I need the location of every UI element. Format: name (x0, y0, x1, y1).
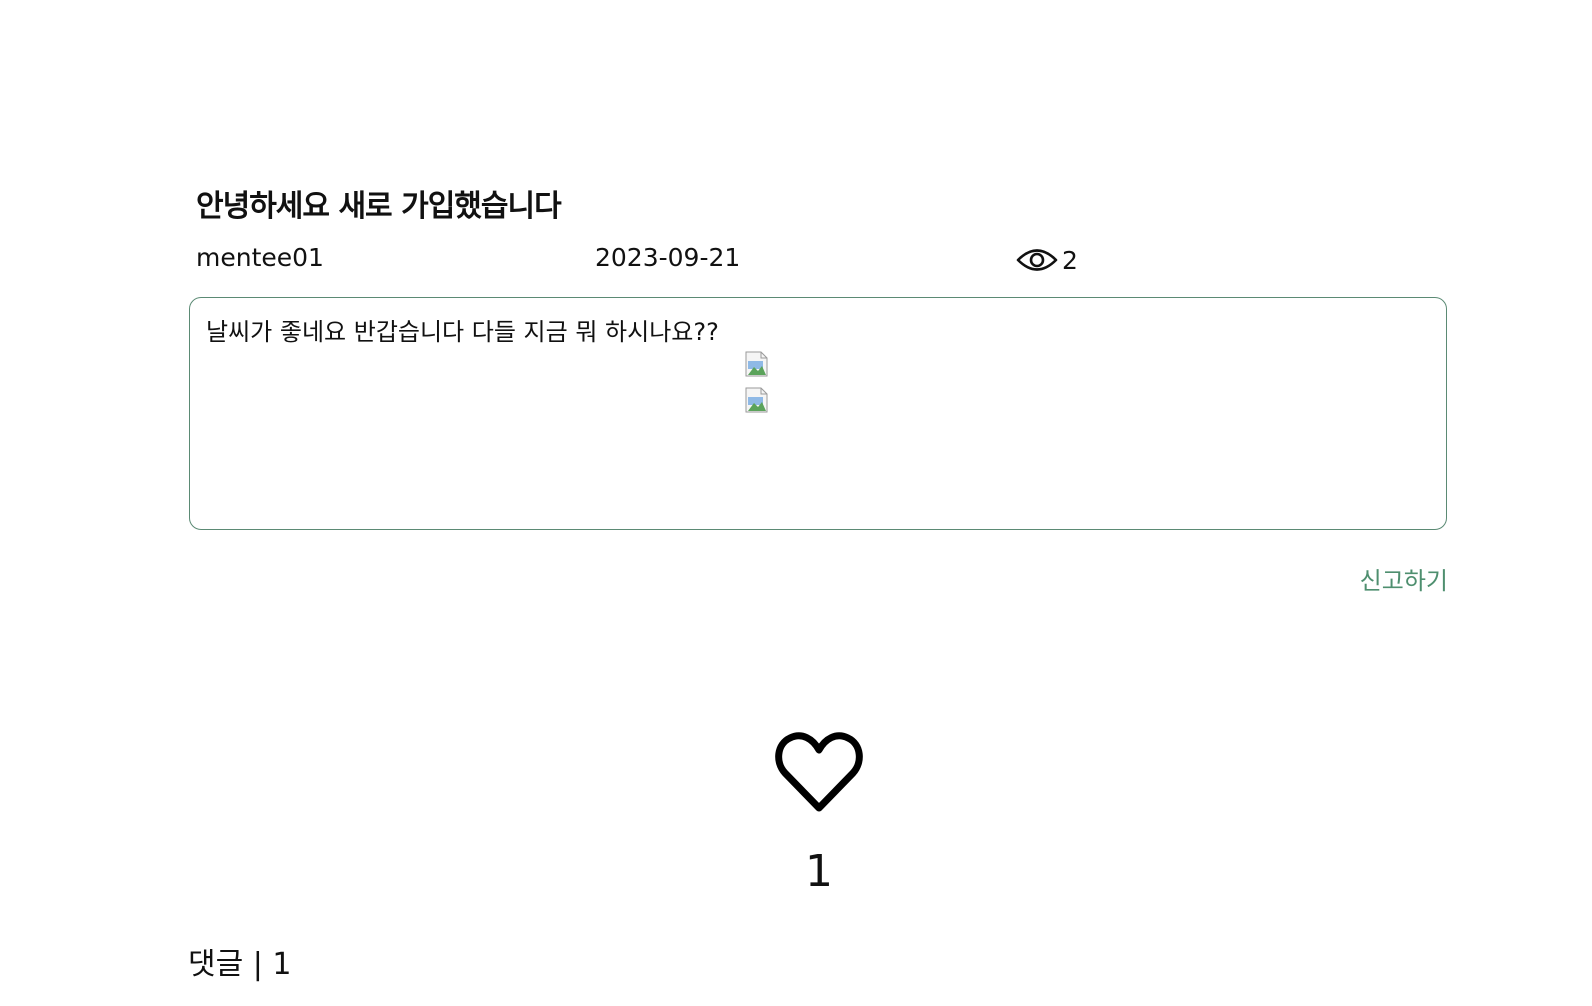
eye-icon (1016, 246, 1058, 274)
post-title: 안녕하세요 새로 가입했습니다 (196, 189, 562, 224)
heart-outline-icon (774, 732, 864, 818)
post-content-box: 날씨가 좋네요 반갑습니다 다들 지금 뭐 하시나요?? (189, 297, 1447, 530)
comment-count-header: 댓글 | 1 (188, 947, 292, 982)
like-button[interactable] (774, 730, 864, 814)
broken-image-icon (744, 387, 770, 413)
post-author: mentee01 (196, 243, 324, 272)
broken-image-icon (744, 351, 770, 377)
report-button[interactable]: 신고하기 (1360, 565, 1448, 597)
post-date: 2023-09-21 (595, 243, 741, 272)
like-count: 1 (805, 846, 833, 897)
view-count: 2 (1062, 245, 1078, 275)
post-content-text: 날씨가 좋네요 반갑습니다 다들 지금 뭐 하시나요?? (206, 318, 719, 346)
post-views: 2 (1016, 242, 1078, 278)
